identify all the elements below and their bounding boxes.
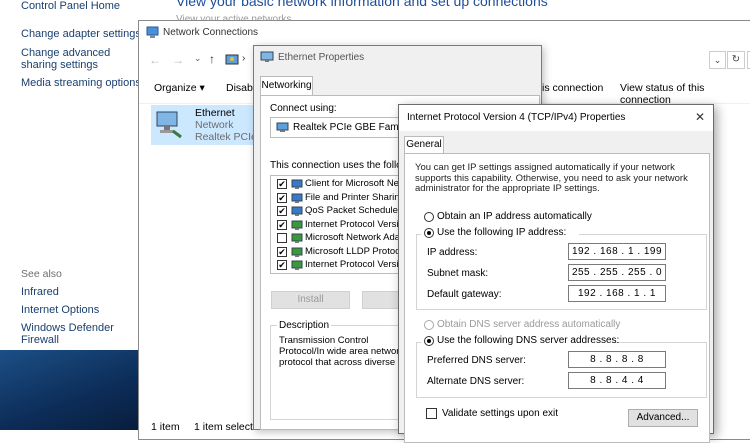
- infrared-link[interactable]: Infrared: [21, 286, 59, 298]
- validate-settings-label: Validate settings upon exit: [442, 408, 559, 419]
- component-checkbox[interactable]: ✔: [277, 192, 287, 203]
- use-following-ip-label: Use the following IP address:: [437, 227, 567, 238]
- obtain-ip-auto-label: Obtain an IP address automatically: [437, 211, 592, 222]
- windows-defender-firewall-link[interactable]: Windows Defender Firewall: [21, 322, 145, 346]
- ethernet-properties-icon: [260, 51, 274, 63]
- advanced-button[interactable]: Advanced...: [628, 409, 698, 427]
- close-icon[interactable]: ✕: [695, 110, 705, 124]
- control-panel-home-link[interactable]: Control Panel Home: [21, 0, 120, 12]
- ethernet-name: Ethernet: [195, 107, 235, 119]
- component-checkbox[interactable]: ✔: [277, 219, 287, 230]
- component-checkbox[interactable]: ✔: [277, 246, 287, 257]
- see-also-label: See also: [21, 268, 62, 280]
- subnet-mask-input[interactable]: 255 . 255 . 255 . 0: [568, 264, 666, 281]
- default-gateway-input[interactable]: 192 . 168 . 1 . 1: [568, 285, 666, 302]
- ipv4-intro-text: You can get IP settings assigned automat…: [415, 162, 688, 194]
- address-dropdown-icon[interactable]: ⌄: [709, 51, 726, 69]
- network-connections-title: Network Connections: [163, 27, 259, 38]
- control-panel-sidebar: Control Panel Home Change adapter settin…: [0, 0, 145, 350]
- component-icon: [291, 205, 303, 217]
- ip-address-label: IP address:: [427, 247, 478, 258]
- component-icon: [291, 178, 303, 190]
- use-following-dns-radio[interactable]: [424, 336, 434, 346]
- refresh-icon[interactable]: ↻: [727, 51, 745, 69]
- component-label: QoS Packet Scheduler: [305, 205, 402, 216]
- control-panel-heading: View your basic network information and …: [176, 0, 548, 9]
- description-label: Description: [277, 320, 332, 331]
- component-checkbox[interactable]: ✔: [277, 260, 287, 270]
- organize-menu[interactable]: Organize ▾: [154, 82, 205, 94]
- component-label: Internet Protocol Version: [305, 259, 410, 270]
- general-tab-panel: You can get IP settings assigned automat…: [404, 153, 710, 443]
- use-following-dns-label: Use the following DNS server addresses:: [437, 335, 620, 346]
- ipv4-title: Internet Protocol Version 4 (TCP/IPv4) P…: [407, 112, 626, 123]
- ip-address-input[interactable]: 192 . 168 . 1 . 199: [568, 243, 666, 260]
- status-item-count: 1 item: [151, 421, 180, 433]
- disable-device-button[interactable]: Disabl: [226, 82, 255, 94]
- preferred-dns-input[interactable]: 8 . 8 . 8 . 8: [568, 351, 666, 368]
- ethernet-type: Network: [195, 119, 234, 131]
- component-label: Microsoft LLDP Protocol: [305, 245, 408, 257]
- obtain-dns-auto-label: Obtain DNS server address automatically: [437, 319, 621, 330]
- alternate-dns-label: Alternate DNS server:: [427, 376, 525, 387]
- tab-general[interactable]: General: [404, 136, 444, 154]
- component-label: Internet Protocol Version: [305, 218, 410, 230]
- obtain-ip-auto-radio[interactable]: [424, 212, 434, 222]
- change-adapter-settings-link[interactable]: Change adapter settings: [21, 28, 141, 40]
- ipv4-titlebar: Internet Protocol Version 4 (TCP/IPv4) P…: [399, 105, 713, 131]
- location-icon: [225, 53, 239, 66]
- ethernet-properties-title: Ethernet Properties: [278, 52, 365, 63]
- alternate-dns-input[interactable]: 8 . 8 . 4 . 4: [568, 372, 666, 389]
- component-icon: [291, 246, 303, 258]
- component-label: Microsoft Network Adapte: [305, 232, 414, 243]
- ipv4-properties-dialog: Internet Protocol Version 4 (TCP/IPv4) P…: [398, 104, 714, 443]
- internet-options-link[interactable]: Internet Options: [21, 304, 99, 316]
- change-advanced-sharing-link[interactable]: Change advanced sharing settings: [21, 47, 141, 71]
- back-arrow-icon[interactable]: ←: [149, 53, 161, 67]
- install-button[interactable]: Install: [271, 291, 350, 309]
- validate-settings-checkbox[interactable]: [426, 408, 437, 419]
- rename-connection-button[interactable]: is connection: [542, 82, 603, 94]
- use-following-ip-radio[interactable]: [424, 228, 434, 238]
- component-icon: [291, 192, 303, 204]
- tab-networking[interactable]: Networking: [260, 76, 313, 96]
- ethernet-adapter-icon: [155, 109, 183, 139]
- recent-locations-icon[interactable]: ⌄: [194, 53, 202, 64]
- breadcrumb-chevron-icon[interactable]: ›: [242, 53, 245, 64]
- component-icon: [291, 232, 303, 244]
- obtain-dns-auto-radio[interactable]: [424, 320, 434, 330]
- default-gateway-label: Default gateway:: [427, 289, 502, 300]
- network-connections-titlebar: Network Connections: [139, 21, 750, 46]
- component-icon: [291, 219, 303, 231]
- connect-using-label: Connect using:: [270, 103, 337, 114]
- component-checkbox[interactable]: ✔: [277, 206, 287, 216]
- component-icon: [291, 259, 303, 271]
- component-checkbox[interactable]: [277, 233, 287, 243]
- forward-arrow-icon[interactable]: →: [172, 53, 184, 67]
- network-connections-icon: [146, 26, 159, 39]
- up-arrow-icon[interactable]: ↑: [209, 52, 215, 66]
- component-checkbox[interactable]: ✔: [277, 179, 287, 189]
- view-status-button[interactable]: View status of this connection: [620, 82, 750, 106]
- description-text: Transmission Control Protocol/In wide ar…: [279, 335, 405, 369]
- preferred-dns-label: Preferred DNS server:: [427, 355, 526, 366]
- subnet-mask-label: Subnet mask:: [427, 268, 489, 279]
- adapter-icon: [276, 122, 289, 133]
- desktop-background: [0, 350, 145, 430]
- media-streaming-link[interactable]: Media streaming options: [21, 77, 141, 89]
